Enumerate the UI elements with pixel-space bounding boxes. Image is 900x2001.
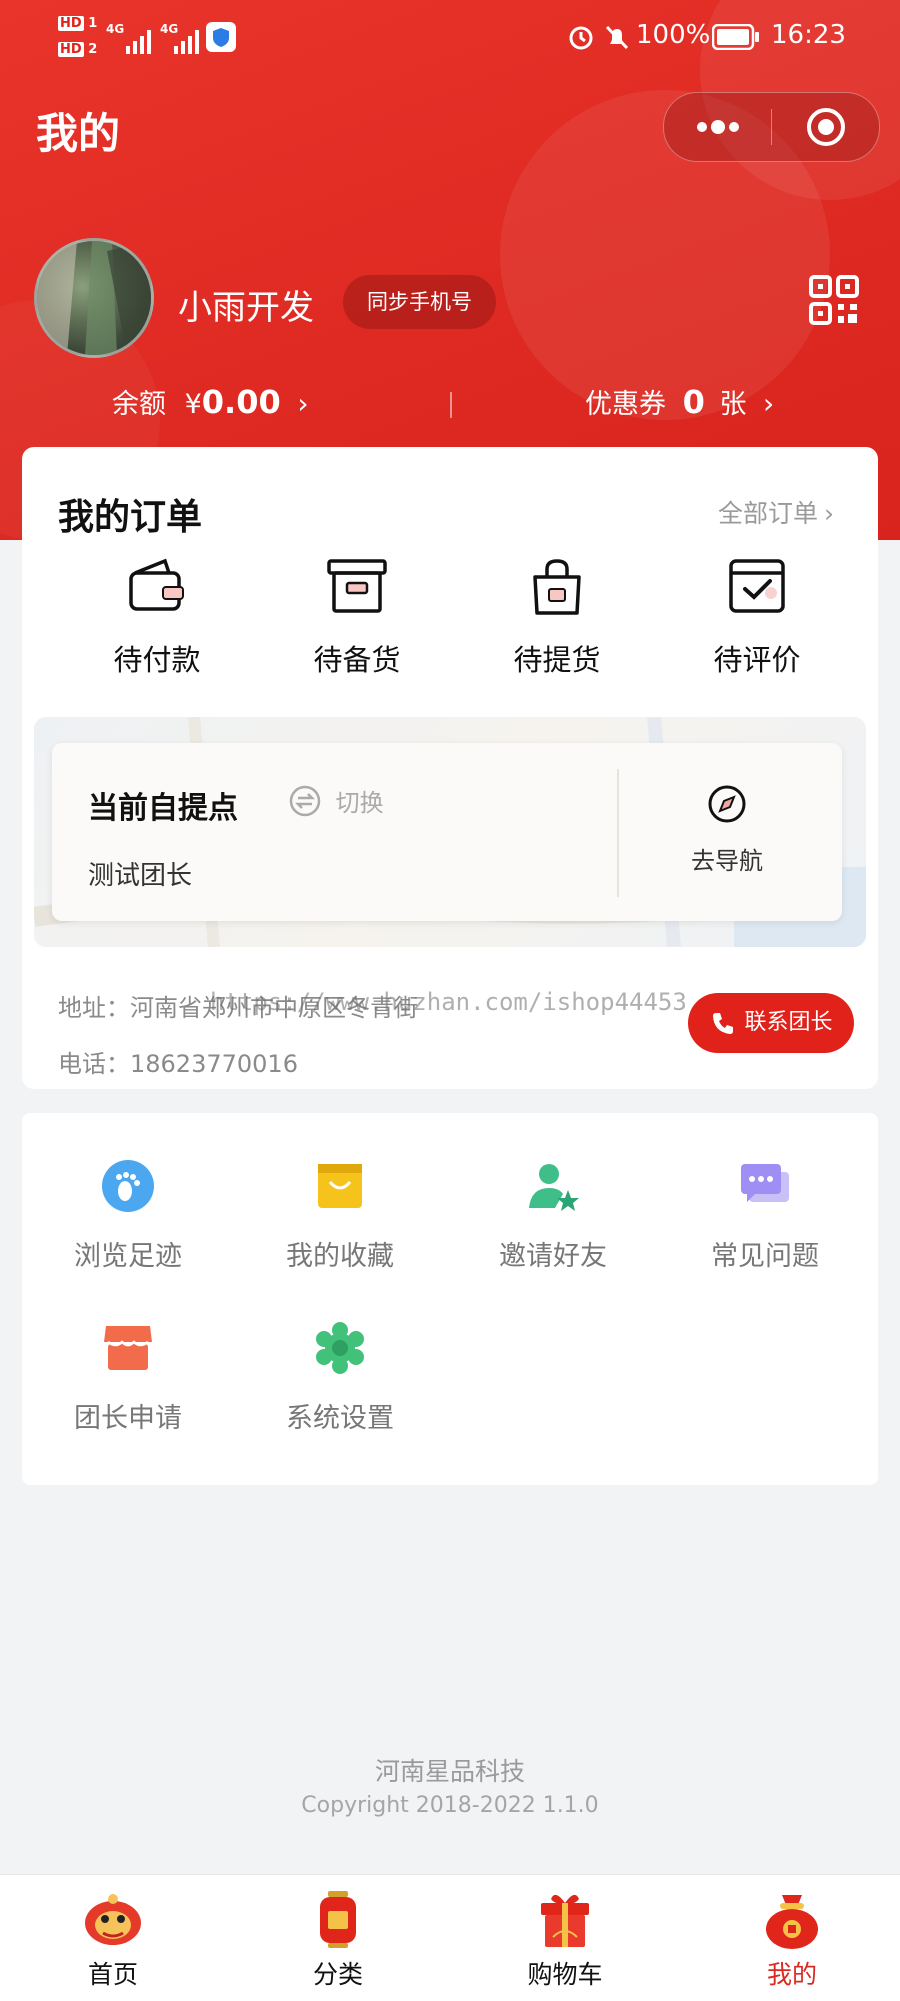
pickup-point-card: 当前自提点 切换 测试团长 去导航	[52, 743, 842, 921]
all-orders-label: 全部订单	[718, 499, 819, 528]
footer-company: 河南星品科技	[374, 1757, 525, 1786]
order-status-review[interactable]: 待评价	[677, 555, 837, 679]
currency-symbol: ¥	[184, 389, 202, 420]
balance-value: 0.00	[201, 383, 281, 421]
order-status-preparing[interactable]: 待备货	[277, 555, 437, 679]
tab-label: 我的	[766, 1960, 817, 1989]
order-status-pending-payment[interactable]: 待付款	[77, 555, 237, 679]
alarm-icon	[569, 26, 593, 50]
lion-icon	[85, 1894, 141, 1945]
miniprogram-capsule	[663, 92, 880, 162]
tool-label: 我的收藏	[286, 1241, 394, 1272]
phone-icon	[713, 1013, 734, 1034]
tab-label: 首页	[87, 1960, 138, 1989]
pickup-phone: 电话：18623770016	[58, 1044, 298, 1079]
tool-settings[interactable]: 系统设置	[250, 1320, 430, 1435]
mute-bell-icon	[605, 25, 629, 50]
pickup-title: 当前自提点	[88, 791, 238, 826]
order-status-label: 待备货	[313, 643, 401, 677]
giftbox-icon	[541, 1894, 589, 1947]
tool-label: 系统设置	[286, 1403, 394, 1434]
tab-label: 分类	[312, 1960, 363, 1989]
switch-pickup-button[interactable]: 切换	[288, 783, 384, 818]
footprint-icon	[102, 1160, 154, 1212]
status-bar: HD 1 HD 2 4G 4G 100% 16:23	[0, 0, 900, 70]
tool-label: 团长申请	[74, 1403, 182, 1434]
chat-icon	[741, 1164, 789, 1202]
coupon-unit: 张	[719, 389, 747, 420]
lantern-icon	[320, 1891, 356, 1948]
watermark: https://www.huzhan.com/ishop44453	[210, 988, 687, 1016]
clock: 16:23	[771, 20, 846, 50]
compass-icon	[708, 785, 746, 823]
box-icon	[327, 559, 387, 613]
tab-bar: 首页 分类 购物车 我的	[0, 1874, 900, 2001]
order-status-label: 待评价	[713, 643, 801, 677]
bag-favorite-icon	[318, 1164, 362, 1208]
tool-label: 常见问题	[711, 1241, 819, 1272]
tool-leader-application[interactable]: 团长申请	[38, 1320, 218, 1435]
tab-category[interactable]: 分类	[258, 1889, 418, 1991]
qr-code-icon[interactable]	[808, 274, 860, 326]
pickup-leader-name: 测试团长	[88, 861, 193, 891]
order-status-pickup[interactable]: 待提货	[477, 555, 637, 679]
coupon-count: 0	[682, 383, 705, 421]
pickup-divider	[617, 769, 619, 897]
balance-label: 余额	[112, 389, 166, 420]
tab-cart[interactable]: 购物车	[485, 1889, 645, 1991]
close-target-icon[interactable]	[806, 107, 846, 151]
order-status-label: 待付款	[113, 643, 201, 677]
phone-value: 18623770016	[130, 1050, 298, 1078]
tool-label: 邀请好友	[499, 1241, 607, 1272]
tool-footprints[interactable]: 浏览足迹	[38, 1158, 218, 1273]
sync-phone-button[interactable]: 同步手机号	[343, 275, 496, 329]
money-bag-icon	[766, 1895, 818, 1949]
footer-copyright: Copyright 2018-2022 1.1.0	[301, 1793, 599, 1818]
switch-icon	[289, 785, 321, 816]
user-nickname: 小雨开发	[178, 288, 314, 328]
coupon-label: 优惠券	[585, 389, 666, 420]
orders-title: 我的订单	[58, 497, 203, 538]
page-title: 我的	[36, 109, 121, 158]
address-label: 地址：	[58, 994, 130, 1022]
tab-mine[interactable]: 我的	[712, 1889, 872, 1991]
balance-entry[interactable]: 余额 ¥0.00 ›	[112, 382, 309, 421]
coupon-entry[interactable]: 优惠券 0 张 ›	[585, 382, 774, 421]
tool-favorites[interactable]: 我的收藏	[250, 1158, 430, 1273]
all-orders-link[interactable]: 全部订单 ›	[718, 494, 834, 530]
shield-app-icon	[206, 22, 236, 52]
capsule-divider	[771, 109, 772, 145]
avatar[interactable]	[34, 238, 154, 358]
phone-label: 电话：	[58, 1050, 130, 1078]
tab-label: 购物车	[527, 1960, 603, 1989]
more-menu-icon[interactable]	[694, 119, 742, 139]
navigate-label: 去导航	[691, 847, 763, 875]
battery-percent: 100%	[636, 20, 711, 50]
tool-label: 浏览足迹	[74, 1241, 182, 1272]
switch-label: 切换	[335, 789, 384, 817]
tool-faq[interactable]: 常见问题	[675, 1158, 855, 1273]
navigate-button[interactable]: 去导航	[662, 783, 792, 876]
chevron-right-icon: ›	[297, 387, 309, 420]
wallet-icon	[129, 558, 184, 611]
battery-icon	[712, 24, 759, 50]
shop-icon	[104, 1326, 152, 1370]
sim-indicator: HD 1 HD 2	[58, 16, 98, 57]
balance-divider	[450, 392, 452, 418]
bag-icon	[533, 559, 581, 615]
order-status-label: 待提货	[513, 643, 601, 677]
invite-user-icon	[529, 1164, 579, 1211]
chevron-right-icon: ›	[824, 499, 835, 528]
gear-icon	[316, 1322, 364, 1374]
review-icon	[729, 559, 785, 613]
chevron-right-icon: ›	[763, 387, 775, 420]
tool-invite-friends[interactable]: 邀请好友	[463, 1158, 643, 1273]
contact-leader-button[interactable]: 联系团长	[688, 993, 854, 1053]
contact-leader-label: 联系团长	[744, 1010, 833, 1035]
tab-home[interactable]: 首页	[33, 1889, 193, 1991]
